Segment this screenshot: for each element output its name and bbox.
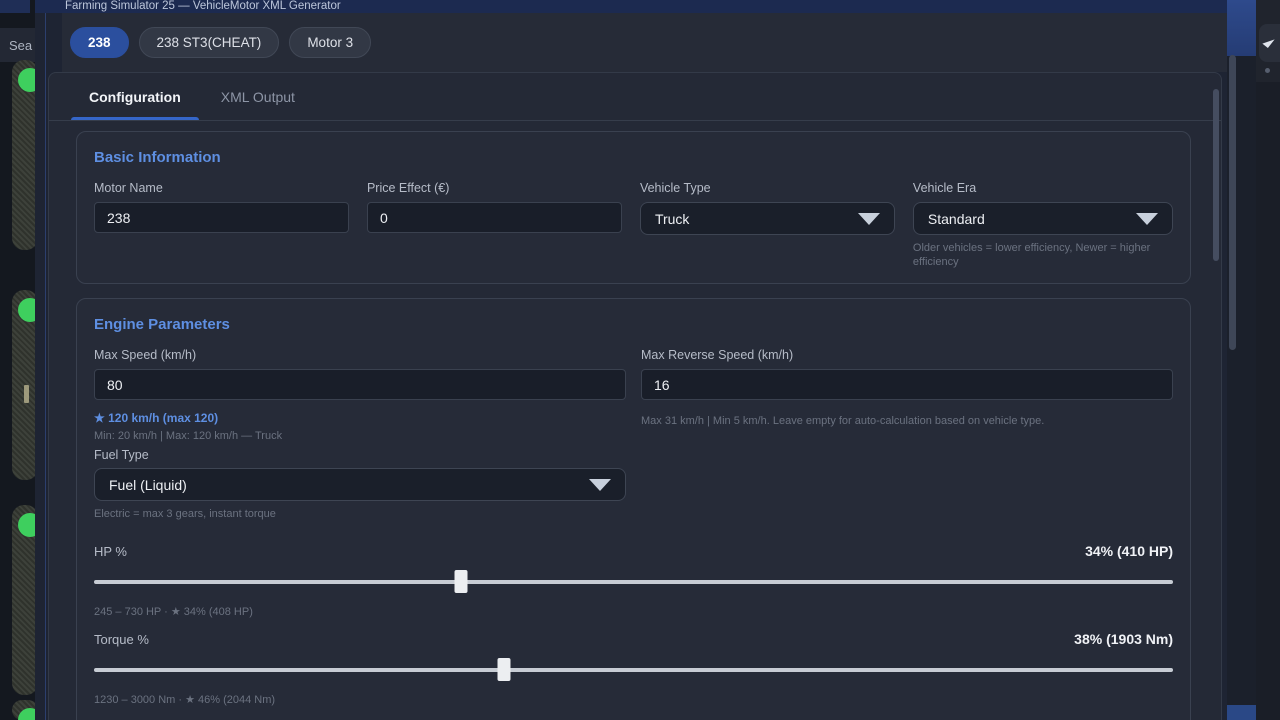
max-speed-label: Max Speed (km/h) xyxy=(94,348,626,363)
tab-xml-output[interactable]: XML Output xyxy=(203,73,313,120)
background-search-bar[interactable]: Sea xyxy=(0,28,35,62)
chevron-down-icon xyxy=(858,213,880,225)
vehicle-era-helper: Older vehicles = lower efficiency, Newer… xyxy=(913,241,1173,269)
background-blue-footer xyxy=(1227,705,1256,720)
basic-information-heading: Basic Information xyxy=(94,149,1173,167)
vehicle-era-select[interactable]: Standard xyxy=(913,202,1173,235)
motor-tab-238[interactable]: 238 xyxy=(70,27,129,58)
motor-tab-238-st3-cheat[interactable]: 238 ST3(CHEAT) xyxy=(139,27,280,58)
hp-slider-row: HP % 34% (410 HP) 245 – 730 HP · ★ 34% (… xyxy=(94,543,1173,619)
vehicle-type-select[interactable]: Truck xyxy=(640,202,895,235)
max-speed-input[interactable] xyxy=(94,369,626,400)
motor-tabs-row: 238 238 ST3(CHEAT) Motor 3 xyxy=(62,13,1227,72)
vehicle-type-field-group: Vehicle Type Truck xyxy=(640,181,895,269)
dialog-title: Farming Simulator 25 — VehicleMotor XML … xyxy=(35,0,1227,13)
torque-slider-value: 38% (1903 Nm) xyxy=(1074,631,1173,648)
hp-slider[interactable] xyxy=(94,570,1173,593)
max-speed-column: Max Speed (km/h) ★ 120 km/h (max 120) Mi… xyxy=(94,348,626,521)
background-blue-header xyxy=(1227,0,1256,56)
background-card-detail xyxy=(24,385,29,403)
max-reverse-speed-label: Max Reverse Speed (km/h) xyxy=(641,348,1173,363)
configuration-content: Basic Information Motor Name Price Effec… xyxy=(49,121,1221,720)
dialog-accent-line xyxy=(45,13,46,720)
max-speed-suggestion: ★ 120 km/h (max 120) xyxy=(94,411,626,426)
torque-slider[interactable] xyxy=(94,658,1173,681)
vehicle-era-field-group: Vehicle Era Standard Older vehicles = lo… xyxy=(913,181,1173,269)
engine-sliders: HP % 34% (410 HP) 245 – 730 HP · ★ 34% (… xyxy=(94,543,1173,720)
background-header-fragment xyxy=(0,0,30,13)
torque-slider-helper: 1230 – 3000 Nm · ★ 46% (2044 Nm) xyxy=(94,693,1173,707)
engine-parameters-heading: Engine Parameters xyxy=(94,316,1173,334)
tab-configuration[interactable]: Configuration xyxy=(71,73,199,120)
search-label: Sea xyxy=(0,38,32,53)
hp-slider-helper: 245 – 730 HP · ★ 34% (408 HP) xyxy=(94,605,1173,619)
basic-information-section: Basic Information Motor Name Price Effec… xyxy=(76,131,1191,284)
hp-slider-thumb[interactable] xyxy=(454,570,467,593)
dialog-scrollbar[interactable] xyxy=(1213,89,1219,261)
fuel-type-helper: Electric = max 3 gears, instant torque xyxy=(94,507,626,521)
torque-slider-thumb[interactable] xyxy=(498,658,511,681)
view-tabs: Configuration XML Output xyxy=(49,73,1221,121)
engine-parameters-section: Engine Parameters Max Speed (km/h) ★ 120… xyxy=(76,298,1191,720)
chevron-down-icon xyxy=(1136,213,1158,225)
hp-slider-value: 34% (410 HP) xyxy=(1085,543,1173,560)
active-tab-underline xyxy=(71,117,199,120)
price-effect-input[interactable] xyxy=(367,202,622,233)
max-reverse-speed-helper: Max 31 km/h | Min 5 km/h. Leave empty fo… xyxy=(641,414,1173,428)
vehicle-era-label: Vehicle Era xyxy=(913,181,1173,196)
background-right-strip xyxy=(1227,0,1256,720)
main-panel: Configuration XML Output Basic Informati… xyxy=(48,72,1222,720)
price-effect-field-group: Price Effect (€) xyxy=(367,181,622,269)
max-reverse-speed-input[interactable] xyxy=(641,369,1173,400)
motor-tab-motor-3[interactable]: Motor 3 xyxy=(289,27,371,58)
motor-name-label: Motor Name xyxy=(94,181,349,196)
fuel-type-select[interactable]: Fuel (Liquid) xyxy=(94,468,626,501)
torque-slider-row: Torque % 38% (1903 Nm) 1230 – 3000 Nm · … xyxy=(94,631,1173,707)
send-button[interactable] xyxy=(1259,24,1280,62)
max-reverse-column: Max Reverse Speed (km/h) Max 31 km/h | M… xyxy=(641,348,1173,521)
motor-name-input[interactable] xyxy=(94,202,349,233)
vehicle-motor-generator-dialog: Farming Simulator 25 — VehicleMotor XML … xyxy=(35,0,1227,720)
vehicle-type-label: Vehicle Type xyxy=(640,181,895,196)
background-far-right xyxy=(1256,0,1280,720)
torque-slider-label: Torque % xyxy=(94,631,149,648)
decorative-dot xyxy=(1265,68,1270,73)
send-icon xyxy=(1262,35,1274,48)
price-effect-label: Price Effect (€) xyxy=(367,181,622,196)
hp-slider-label: HP % xyxy=(94,543,127,560)
max-speed-range-note: Min: 20 km/h | Max: 120 km/h — Truck xyxy=(94,429,626,443)
page-scrollbar[interactable] xyxy=(1229,55,1236,350)
dialog-title-bar: Farming Simulator 25 — VehicleMotor XML … xyxy=(35,0,1227,13)
motor-name-field-group: Motor Name xyxy=(94,181,349,269)
chevron-down-icon xyxy=(589,479,611,491)
fuel-type-label: Fuel Type xyxy=(94,448,626,463)
